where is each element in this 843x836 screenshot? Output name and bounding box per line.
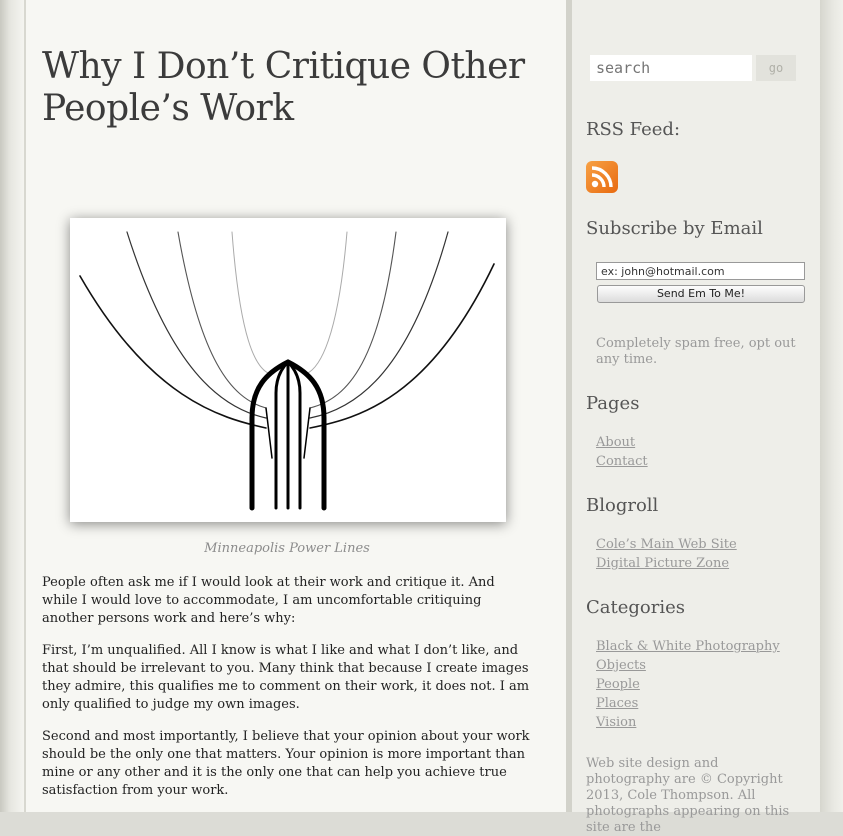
blogroll-heading: Blogroll bbox=[586, 495, 659, 516]
post-paragraph-3: Second and most importantly, I believe t… bbox=[42, 729, 530, 798]
category-link-people[interactable]: People bbox=[596, 677, 640, 692]
subscribe-heading: Subscribe by Email bbox=[586, 218, 763, 239]
right-edge-decoration bbox=[820, 0, 843, 812]
post-title[interactable]: Why I Don’t Critique Other People’s Work bbox=[42, 46, 552, 130]
spam-note: Completely spam free, opt out any time. bbox=[596, 336, 796, 367]
subscribe-button[interactable]: Send Em To Me! bbox=[597, 285, 805, 303]
post-paragraph-1: People often ask me if I would look at t… bbox=[42, 575, 495, 626]
category-link-objects[interactable]: Objects bbox=[596, 658, 646, 673]
page-link-about[interactable]: About bbox=[596, 435, 635, 450]
photo-caption: Minneapolis Power Lines bbox=[204, 541, 370, 556]
category-link-vision[interactable]: Vision bbox=[596, 715, 636, 730]
rss-heading: RSS Feed: bbox=[586, 119, 681, 140]
email-field[interactable] bbox=[596, 262, 805, 280]
post-paragraph-2: First, I’m unqualified. All I know is wh… bbox=[42, 643, 530, 712]
rss-feed-icon[interactable] bbox=[586, 161, 618, 193]
search-input[interactable] bbox=[590, 55, 752, 81]
search-go-button[interactable]: go bbox=[756, 55, 796, 81]
blogroll-link-digital-picture-zone[interactable]: Digital Picture Zone bbox=[596, 556, 729, 571]
category-link-places[interactable]: Places bbox=[596, 696, 638, 711]
categories-heading: Categories bbox=[586, 597, 685, 618]
power-lines-photo bbox=[79, 231, 495, 511]
category-link-bw[interactable]: Black & White Photography bbox=[596, 639, 780, 654]
copyright-note: Web site design and photography are © Co… bbox=[586, 756, 790, 835]
pages-heading: Pages bbox=[586, 393, 640, 414]
page-link-contact[interactable]: Contact bbox=[596, 454, 648, 469]
post-photo[interactable] bbox=[70, 218, 506, 522]
blogroll-link-main-site[interactable]: Cole’s Main Web Site bbox=[596, 537, 737, 552]
